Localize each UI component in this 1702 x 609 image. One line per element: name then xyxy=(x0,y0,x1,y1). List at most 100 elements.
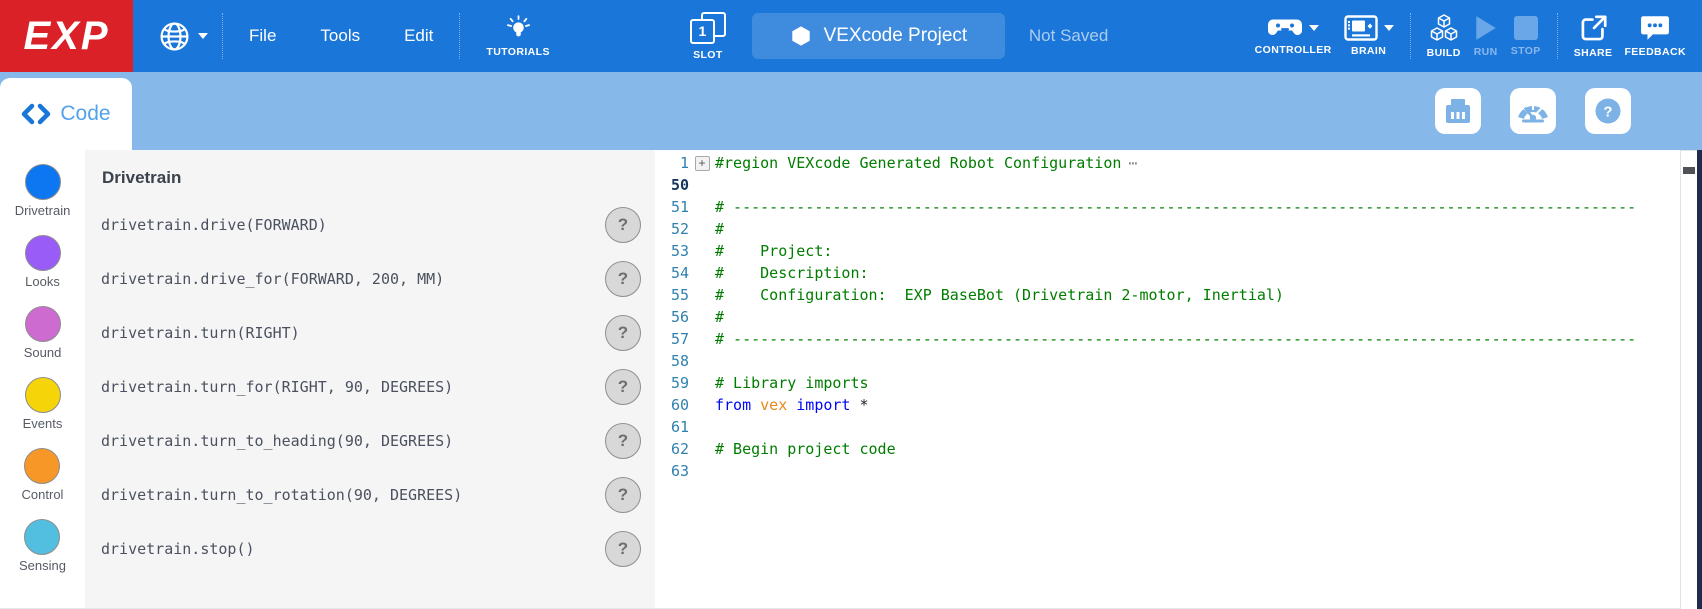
code-token: # Configuration: EXP BaseBot (Drivetrain… xyxy=(715,286,1284,304)
print-console-button[interactable] xyxy=(1435,88,1481,134)
editor-line: 59# Library imports xyxy=(655,372,1702,394)
code-brackets-icon xyxy=(21,103,51,125)
tab-bar: Code xyxy=(0,72,1702,150)
palette-command-row[interactable]: drivetrain.drive(FORWARD)? xyxy=(101,198,641,252)
category-color-dot xyxy=(25,235,61,271)
category-color-dot xyxy=(24,448,60,484)
editor-line: 57# ------------------------------------… xyxy=(655,328,1702,350)
toolbar-divider xyxy=(222,13,223,59)
code-text: # Project: xyxy=(715,242,832,260)
brain-menu[interactable]: BRAIN xyxy=(1344,15,1394,57)
code-token: import xyxy=(796,396,850,414)
command-help-button[interactable]: ? xyxy=(605,423,641,459)
sidebar-item-sound[interactable]: Sound xyxy=(24,306,62,360)
menu-file[interactable]: File xyxy=(227,26,298,46)
command-help-button[interactable]: ? xyxy=(605,477,641,513)
toolbar-divider xyxy=(1557,13,1558,59)
code-editor[interactable]: 1+#region VEXcode Generated Robot Config… xyxy=(655,150,1702,608)
print-console-icon xyxy=(1443,96,1473,126)
code-tab-label: Code xyxy=(60,102,110,126)
code-token: # Begin project code xyxy=(715,440,896,458)
line-number: 56 xyxy=(655,308,689,326)
editor-line: 52# xyxy=(655,218,1702,240)
sidebar-item-control[interactable]: Control xyxy=(22,448,64,502)
command-text: drivetrain.turn_for(RIGHT, 90, DEGREES) xyxy=(101,378,453,396)
fold-toggle-icon[interactable]: + xyxy=(695,156,710,171)
command-help-button[interactable]: ? xyxy=(605,261,641,297)
controller-icon xyxy=(1267,17,1303,40)
editor-line: 1+#region VEXcode Generated Robot Config… xyxy=(655,152,1702,174)
slot-icon: 1 xyxy=(690,12,726,45)
exp-logo[interactable]: EXP xyxy=(0,0,133,72)
top-toolbar: EXP File Tools Edit TUTORIALS xyxy=(0,0,1702,72)
palette-command-row[interactable]: drivetrain.turn_to_heading(90, DEGREES)? xyxy=(101,414,641,468)
project-name-button[interactable]: VEXcode Project xyxy=(752,13,1005,59)
line-number: 58 xyxy=(655,352,689,370)
code-text: # Configuration: EXP BaseBot (Drivetrain… xyxy=(715,286,1284,304)
command-help-button[interactable]: ? xyxy=(605,531,641,567)
sidebar-item-sensing[interactable]: Sensing xyxy=(19,519,66,573)
tab-code[interactable]: Code xyxy=(0,78,132,150)
category-label: Sensing xyxy=(19,558,66,573)
monitor-dashboard-button[interactable] xyxy=(1510,88,1556,134)
palette-command-row[interactable]: drivetrain.turn_for(RIGHT, 90, DEGREES)? xyxy=(101,360,641,414)
code-text: # --------------------------------------… xyxy=(715,330,1636,348)
command-text: drivetrain.stop() xyxy=(101,540,255,558)
slot-selector[interactable]: 1 SLOT xyxy=(690,12,726,61)
sidebar-item-looks[interactable]: Looks xyxy=(25,235,61,289)
slot-label: SLOT xyxy=(693,49,723,61)
palette-command-row[interactable]: drivetrain.stop()? xyxy=(101,522,641,576)
palette-command-row[interactable]: drivetrain.drive_for(FORWARD, 200, MM)? xyxy=(101,252,641,306)
line-number: 53 xyxy=(655,242,689,260)
controller-label: CONTROLLER xyxy=(1255,44,1332,56)
main-content: Drivetrain Looks Sound Events Control Sensing… xyxy=(0,150,1702,609)
editor-scrollbar[interactable] xyxy=(1680,150,1697,609)
scrollbar-thumb[interactable] xyxy=(1683,167,1695,174)
line-number: 52 xyxy=(655,220,689,238)
chevron-down-icon xyxy=(198,33,208,39)
category-color-dot xyxy=(25,306,61,342)
sidebar-item-drivetrain[interactable]: Drivetrain xyxy=(15,164,71,218)
editor-toolbar-icons: ? xyxy=(1435,88,1631,134)
code-token: * xyxy=(850,396,868,414)
run-button[interactable]: RUN xyxy=(1473,14,1499,58)
build-cubes-icon xyxy=(1429,13,1459,43)
tutorials-button[interactable]: TUTORIALS xyxy=(474,15,562,58)
command-help-button[interactable]: ? xyxy=(605,369,641,405)
palette-header: Drivetrain xyxy=(102,168,641,188)
code-text: # Library imports xyxy=(715,374,869,392)
palette-command-row[interactable]: drivetrain.turn_to_rotation(90, DEGREES)… xyxy=(101,468,641,522)
editor-line: 56# xyxy=(655,306,1702,328)
slot-number: 1 xyxy=(690,19,715,44)
command-help-button[interactable]: ? xyxy=(605,315,641,351)
share-button[interactable]: SHARE xyxy=(1574,14,1613,59)
menu-tools[interactable]: Tools xyxy=(298,26,382,46)
code-token: #region VEXcode Generated Robot Configur… xyxy=(715,154,1121,172)
help-button[interactable]: ? xyxy=(1585,88,1631,134)
sidebar-item-events[interactable]: Events xyxy=(23,377,63,431)
stop-button[interactable]: STOP xyxy=(1511,15,1541,57)
command-text: drivetrain.turn_to_heading(90, DEGREES) xyxy=(101,432,453,450)
code-token: # Project: xyxy=(715,242,832,260)
fold-ellipsis-icon: ⋯ xyxy=(1128,154,1137,172)
window-edge xyxy=(1697,150,1702,609)
editor-line: 53 # Project: xyxy=(655,240,1702,262)
line-number: 60 xyxy=(655,396,689,414)
editor-line: 63 xyxy=(655,460,1702,482)
command-text: drivetrain.drive_for(FORWARD, 200, MM) xyxy=(101,270,444,288)
line-number: 55 xyxy=(655,286,689,304)
code-token: # --------------------------------------… xyxy=(715,198,1636,216)
controller-menu[interactable]: CONTROLLER xyxy=(1255,17,1332,56)
feedback-button[interactable]: FEEDBACK xyxy=(1624,14,1686,58)
palette-command-row[interactable]: drivetrain.turn(RIGHT)? xyxy=(101,306,641,360)
build-button[interactable]: BUILD xyxy=(1427,13,1461,59)
menu-edit[interactable]: Edit xyxy=(382,26,455,46)
category-label: Looks xyxy=(25,274,60,289)
share-label: SHARE xyxy=(1574,47,1613,59)
editor-line: 51# ------------------------------------… xyxy=(655,196,1702,218)
brain-label: BRAIN xyxy=(1351,45,1386,57)
command-list: drivetrain.drive(FORWARD)?drivetrain.dri… xyxy=(101,198,641,576)
language-menu[interactable] xyxy=(149,21,218,52)
code-text: #region VEXcode Generated Robot Configur… xyxy=(715,154,1137,172)
command-help-button[interactable]: ? xyxy=(605,207,641,243)
